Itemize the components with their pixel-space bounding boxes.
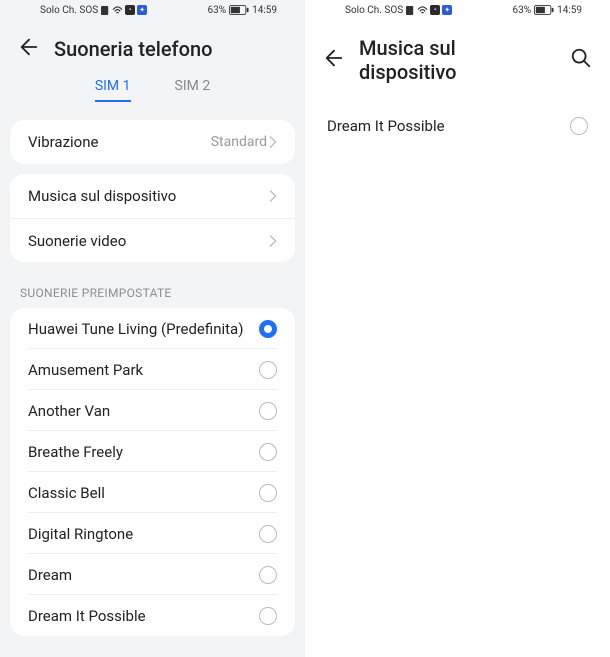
card-vibration: Vibrazione Standard bbox=[10, 120, 295, 164]
status-bar: Solo Ch. SOS • ✦ 63% 14:59 bbox=[0, 0, 305, 20]
status-battery-pct: 63% bbox=[208, 5, 227, 16]
status-bar: Solo Ch. SOS • ✦ 63% 14:59 bbox=[305, 0, 610, 20]
header: Musica sul dispositivo bbox=[305, 20, 610, 94]
ringtone-item[interactable]: Dream It Possible bbox=[10, 595, 295, 636]
chevron-right-icon bbox=[269, 190, 277, 202]
status-carrier: Solo Ch. SOS bbox=[40, 5, 98, 16]
page-title: Musica sul dispositivo bbox=[359, 36, 556, 84]
ringtone-item[interactable]: Amusement Park bbox=[10, 349, 295, 390]
radio-icon bbox=[259, 484, 277, 502]
back-arrow-icon bbox=[18, 36, 40, 58]
sim-tabs: SIM 1 SIM 2 bbox=[0, 72, 305, 110]
radio-icon bbox=[259, 607, 277, 625]
video-ringtones-label: Suonerie video bbox=[28, 232, 126, 250]
status-left: Solo Ch. SOS • ✦ bbox=[345, 5, 452, 16]
radio-icon bbox=[570, 117, 588, 135]
ringtone-item[interactable]: Digital Ringtone bbox=[10, 513, 295, 554]
ringtone-label: Breathe Freely bbox=[28, 443, 123, 461]
ringtone-item[interactable]: Classic Bell bbox=[10, 472, 295, 513]
ringtone-item[interactable]: Huawei Tune Living (Predefinita) bbox=[10, 308, 295, 349]
ringtone-item[interactable]: Another Van bbox=[10, 390, 295, 431]
radio-icon bbox=[259, 566, 277, 584]
ringtone-label: Digital Ringtone bbox=[28, 525, 133, 543]
ringtone-label: Dream bbox=[28, 566, 72, 584]
music-on-device-label: Musica sul dispositivo bbox=[28, 187, 176, 205]
ringtone-label: Another Van bbox=[28, 402, 110, 420]
card-sources: Musica sul dispositivo Suonerie video bbox=[10, 174, 295, 262]
status-carrier: Solo Ch. SOS bbox=[345, 5, 403, 16]
track-label: Dream It Possible bbox=[327, 117, 445, 135]
screen-ringtone-settings: Solo Ch. SOS • ✦ 63% 14:59 Suoneria tele… bbox=[0, 0, 305, 657]
preset-ringtone-list: Huawei Tune Living (Predefinita) Amuseme… bbox=[10, 308, 295, 636]
ringtone-label: Classic Bell bbox=[28, 484, 105, 502]
chevron-right-icon bbox=[269, 136, 277, 148]
back-button[interactable] bbox=[323, 47, 345, 73]
battery-icon bbox=[534, 5, 554, 15]
preset-section-label: SUONERIE PREIMPOSTATE bbox=[0, 262, 305, 308]
ringtone-item[interactable]: Dream bbox=[10, 554, 295, 595]
radio-icon bbox=[259, 443, 277, 461]
row-video-ringtones[interactable]: Suonerie video bbox=[10, 218, 295, 262]
wifi-icon bbox=[417, 6, 428, 15]
tab-sim1[interactable]: SIM 1 bbox=[95, 78, 131, 102]
radio-icon bbox=[259, 361, 277, 379]
chevron-right-icon bbox=[269, 235, 277, 247]
device-track-list: Dream It Possible bbox=[321, 104, 594, 148]
battery-icon bbox=[229, 5, 249, 15]
status-left: Solo Ch. SOS • ✦ bbox=[40, 5, 147, 16]
wifi-icon bbox=[112, 6, 123, 15]
status-battery-pct: 63% bbox=[513, 5, 532, 16]
tab-sim2[interactable]: SIM 2 bbox=[175, 78, 211, 102]
ringtone-label: Huawei Tune Living (Predefinita) bbox=[28, 320, 243, 338]
status-right: 63% 14:59 bbox=[208, 5, 277, 16]
ringtone-label: Dream It Possible bbox=[28, 607, 146, 625]
row-vibration[interactable]: Vibrazione Standard bbox=[10, 120, 295, 164]
sim-icon bbox=[406, 6, 415, 15]
row-music-on-device[interactable]: Musica sul dispositivo bbox=[10, 174, 295, 218]
status-signal-icons: • ✦ bbox=[101, 5, 147, 15]
status-box-icon-1: • bbox=[125, 5, 135, 15]
radio-icon bbox=[259, 525, 277, 543]
ringtone-item[interactable]: Breathe Freely bbox=[10, 431, 295, 472]
status-box-icon-2: ✦ bbox=[442, 5, 452, 15]
status-right: 63% 14:59 bbox=[513, 5, 582, 16]
back-button[interactable] bbox=[18, 36, 40, 62]
screen-music-on-device: Solo Ch. SOS • ✦ 63% 14:59 Musica sul di… bbox=[305, 0, 610, 657]
search-icon bbox=[570, 47, 592, 69]
track-item[interactable]: Dream It Possible bbox=[321, 104, 594, 148]
status-time: 14:59 bbox=[252, 5, 277, 16]
radio-selected-icon bbox=[259, 320, 277, 338]
radio-icon bbox=[259, 402, 277, 420]
status-time: 14:59 bbox=[557, 5, 582, 16]
search-button[interactable] bbox=[570, 47, 592, 73]
sim-icon bbox=[101, 6, 110, 15]
back-arrow-icon bbox=[323, 47, 345, 69]
status-box-icon-2: ✦ bbox=[137, 5, 147, 15]
vibration-value: Standard bbox=[211, 134, 277, 150]
header: Suoneria telefono bbox=[0, 20, 305, 72]
ringtone-label: Amusement Park bbox=[28, 361, 143, 379]
vibration-label: Vibrazione bbox=[28, 133, 98, 151]
status-box-icon-1: • bbox=[430, 5, 440, 15]
page-title: Suoneria telefono bbox=[54, 37, 287, 61]
status-signal-icons: • ✦ bbox=[406, 5, 452, 15]
